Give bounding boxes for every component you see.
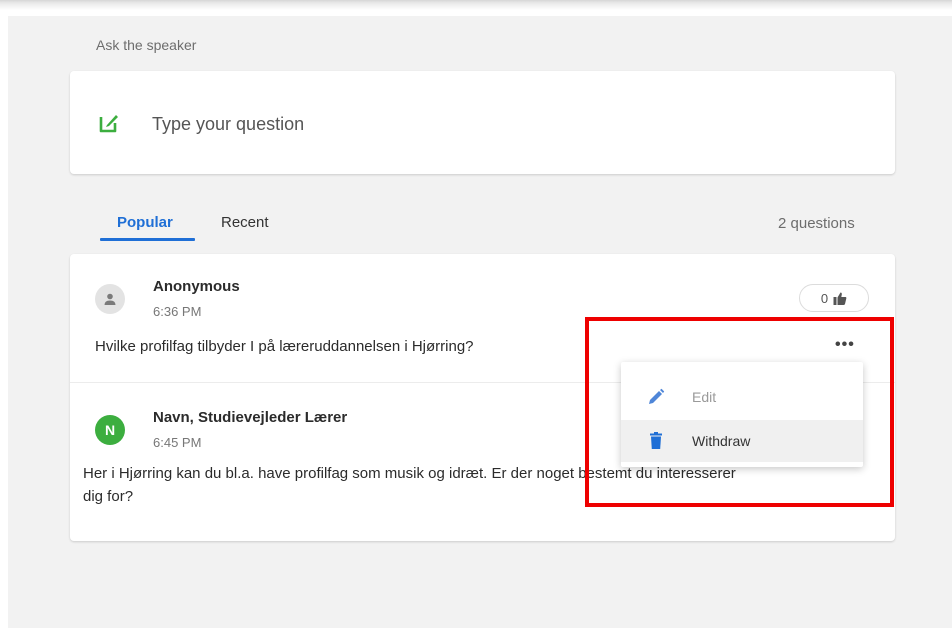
active-tab-indicator [100, 238, 195, 241]
tab-recent[interactable]: Recent [221, 214, 269, 231]
avatar: N [95, 415, 125, 445]
thumbs-up-icon [833, 292, 847, 305]
highlight-box [585, 317, 894, 507]
section-label: Ask the speaker [96, 37, 197, 53]
tab-popular[interactable]: Popular [117, 214, 173, 231]
top-shadow [0, 0, 952, 16]
question-text: Hvilke profilfag tilbyder I på lærerudda… [95, 338, 474, 355]
edit-square-icon [99, 115, 118, 133]
question-input-placeholder[interactable]: Type your question [152, 114, 304, 135]
avatar [95, 284, 125, 314]
question-author: Navn, Studievejleder Lærer [153, 409, 348, 426]
question-time: 6:36 PM [153, 304, 202, 319]
question-author: Anonymous [153, 278, 240, 295]
question-count: 2 questions [778, 215, 855, 232]
person-icon [104, 293, 116, 305]
question-time: 6:45 PM [153, 435, 202, 450]
ask-question-box[interactable]: Type your question [70, 71, 895, 174]
like-button[interactable]: 0 [799, 284, 869, 312]
like-count: 0 [820, 290, 829, 306]
